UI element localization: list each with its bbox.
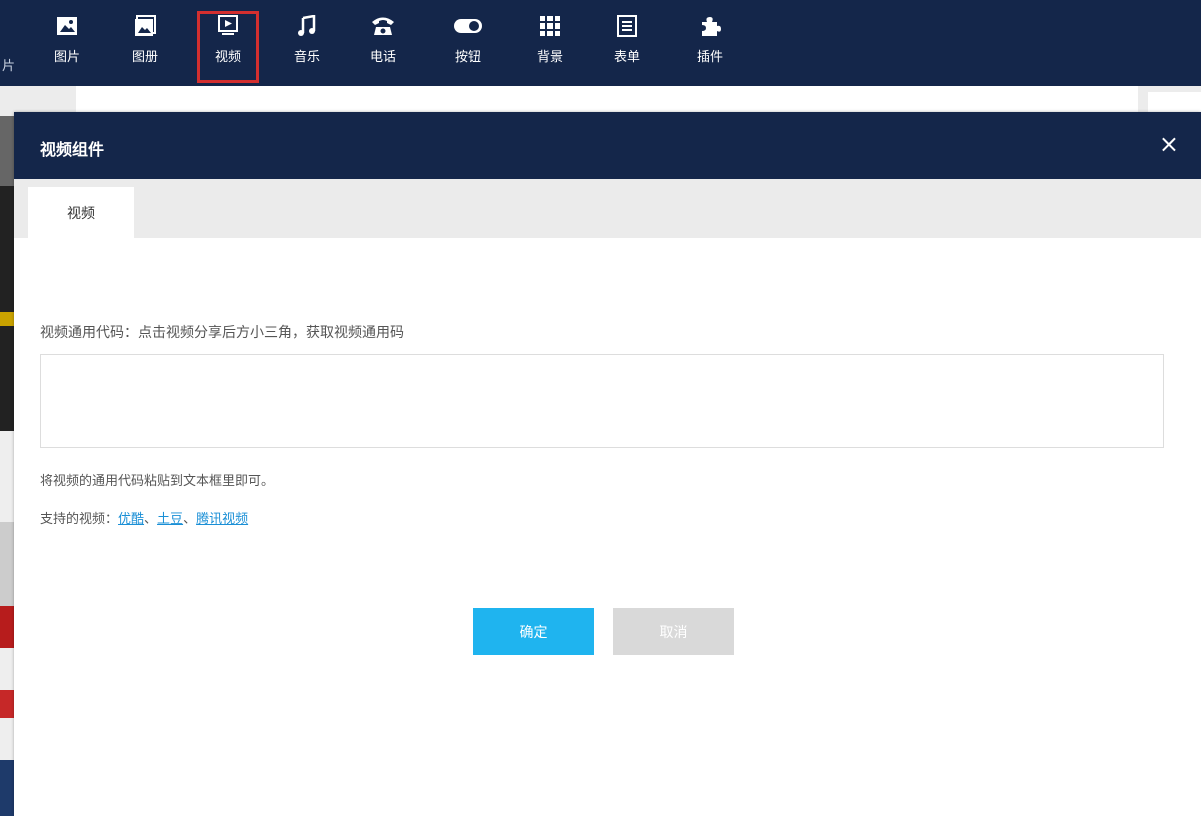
toolbar-label: 视频	[214, 50, 241, 65]
toolbar-label: 表单	[613, 50, 640, 65]
toolbar-label: 图片	[53, 50, 80, 65]
toolbar-item-form[interactable]: 表单	[597, 12, 657, 82]
toolbar-label: 插件	[696, 50, 723, 65]
top-toolbar: 片 图片 图册 视频 音乐 电话 按钮 背景 表单 插件	[0, 0, 1201, 86]
toolbar-label: 图册	[131, 50, 158, 65]
toolbar-item-music[interactable]: 音乐	[277, 12, 337, 82]
toggle-icon	[454, 12, 482, 40]
toolbar-item-button[interactable]: 按钮	[438, 12, 498, 82]
background-input-right	[1148, 92, 1201, 114]
toolbar-item-phone[interactable]: 电话	[353, 12, 413, 82]
grid-icon	[536, 12, 564, 40]
toolbar-label: 音乐	[293, 50, 320, 65]
toolbar-item-background[interactable]: 背景	[520, 12, 580, 82]
instruction-text: 视频通用代码：点击视频分享后方小三角，获取视频通用码	[40, 325, 404, 341]
tab-video[interactable]: 视频	[28, 187, 134, 238]
link-tudou[interactable]: 土豆	[157, 512, 183, 527]
toolbar-label: 背景	[536, 50, 563, 65]
link-tencent-video[interactable]: 腾讯视频	[196, 512, 248, 527]
support-prefix: 支持的视频：	[40, 512, 119, 527]
dialog-tabbar: 视频	[14, 179, 1201, 238]
video-code-textarea[interactable]	[40, 354, 1164, 448]
close-icon[interactable]: ×	[1159, 130, 1179, 158]
separator: 、	[144, 512, 158, 527]
cancel-button[interactable]: 取消	[613, 608, 734, 655]
music-icon	[293, 12, 321, 40]
video-component-dialog: 视频组件 × 视频 视频通用代码：点击视频分享后方小三角，获取视频通用码 将视频…	[14, 112, 1201, 816]
link-youku[interactable]: 优酷	[118, 512, 144, 527]
dialog-title: 视频组件	[40, 140, 105, 159]
toolbar-label: 按钮	[454, 50, 481, 65]
toolbar-item-album[interactable]: 图册	[115, 12, 175, 82]
toolbar-item-video[interactable]: 视频	[197, 11, 259, 83]
supported-videos: 支持的视频：优酷、土豆、腾讯视频	[40, 508, 248, 527]
image-icon	[53, 12, 81, 40]
form-icon	[613, 12, 641, 40]
confirm-button[interactable]: 确定	[473, 608, 594, 655]
separator: 、	[183, 512, 197, 527]
background-input	[76, 86, 1138, 112]
toolbar-label: 电话	[369, 50, 396, 65]
phone-icon	[369, 12, 397, 40]
puzzle-icon	[696, 12, 724, 40]
video-icon	[214, 12, 242, 40]
album-icon	[131, 12, 159, 40]
background-page-left	[0, 116, 14, 816]
dialog-header: 视频组件 ×	[14, 112, 1201, 179]
toolbar-item-image[interactable]: 图片	[37, 12, 97, 82]
toolbar-edge-text: 片	[2, 59, 16, 74]
toolbar-item-plugin[interactable]: 插件	[680, 12, 740, 82]
hint-text: 将视频的通用代码粘贴到文本框里即可。	[40, 474, 275, 489]
